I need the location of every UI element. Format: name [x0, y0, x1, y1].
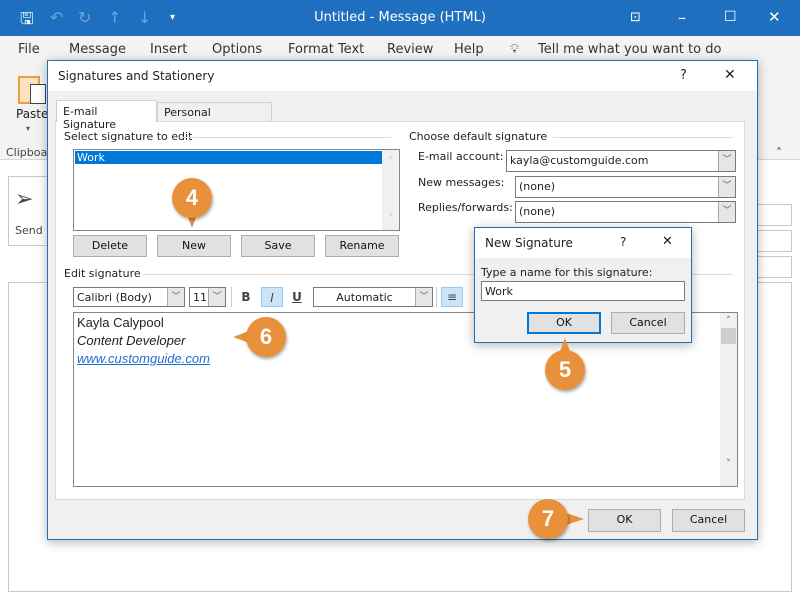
new-button[interactable]: New	[157, 235, 231, 257]
step-callout-4: 4	[172, 178, 212, 218]
new-messages-value: (none)	[519, 180, 556, 193]
ribbon-display-icon[interactable]: ⊡	[630, 10, 641, 25]
new-signature-dialog: New Signature ? ✕ Type a name for this s…	[474, 227, 692, 343]
chevron-down-icon[interactable]: ﹀	[208, 288, 225, 306]
signature-list[interactable]: Work ˄ ˅	[73, 149, 400, 231]
dialog-title-bar: Signatures and Stationery ? ✕	[48, 61, 757, 91]
font-value: Calibri (Body)	[77, 291, 152, 304]
new-signature-title: New Signature	[485, 236, 573, 250]
replies-forwards-value: (none)	[519, 205, 556, 218]
chevron-down-icon[interactable]: ﹀	[167, 288, 184, 306]
tab-options[interactable]: Options	[212, 42, 262, 57]
email-account-label: E-mail account:	[418, 150, 504, 163]
tab-review[interactable]: Review	[387, 42, 433, 57]
chevron-down-icon[interactable]: ﹀	[718, 177, 735, 197]
tab-insert[interactable]: Insert	[150, 42, 187, 57]
paste-button[interactable]: Paste	[16, 107, 48, 121]
maximize-icon[interactable]: ☐	[724, 9, 737, 25]
font-size-select[interactable]: 11 ﹀	[189, 287, 226, 307]
paste-dropdown-icon[interactable]: ▾	[26, 124, 30, 133]
align-left-icon[interactable]: ≡	[441, 287, 463, 307]
ok-button[interactable]: OK	[588, 509, 661, 532]
new-messages-select[interactable]: (none) ﹀	[515, 176, 736, 198]
chevron-down-icon[interactable]: ﹀	[415, 288, 432, 306]
signature-name: Kayla Calypool	[77, 315, 164, 330]
help-icon[interactable]: ?	[680, 68, 687, 83]
default-signature-label: Choose default signature	[409, 130, 548, 143]
close-window-icon[interactable]: ✕	[768, 8, 781, 26]
font-color-select[interactable]: Automatic ﹀	[313, 287, 433, 307]
dialog-title: Signatures and Stationery	[58, 69, 215, 83]
font-size-value: 11	[193, 291, 207, 304]
new-messages-label: New messages:	[418, 176, 505, 189]
lightbulb-icon: 💡︎	[510, 42, 520, 57]
paste-icon-page	[30, 84, 46, 104]
collapse-ribbon-icon[interactable]: ˄	[776, 146, 782, 160]
email-account-value: kayla@customguide.com	[510, 154, 649, 167]
tab-format-text[interactable]: Format Text	[288, 42, 364, 57]
signature-name-prompt: Type a name for this signature:	[481, 266, 653, 279]
step-callout-5: 5	[545, 350, 585, 390]
select-signature-label: Select signature to edit	[64, 130, 193, 143]
new-signature-ok-button[interactable]: OK	[527, 312, 601, 334]
signature-role: Content Developer	[77, 333, 186, 348]
help-icon[interactable]: ?	[620, 235, 626, 249]
step-callout-7: 7	[528, 499, 568, 539]
tab-email-signature[interactable]: E-mail Signature	[56, 100, 157, 131]
underline-button[interactable]: U	[287, 287, 307, 307]
rename-button[interactable]: Rename	[325, 235, 399, 257]
clipboard-group-label: Clipboa	[6, 146, 48, 159]
tab-personal-stationery[interactable]: Personal Stationery	[157, 102, 272, 132]
replies-forwards-select[interactable]: (none) ﹀	[515, 201, 736, 223]
email-account-select[interactable]: kayla@customguide.com ﹀	[506, 150, 736, 172]
editor-scrollbar[interactable]: ˄ ˅	[720, 313, 737, 486]
new-signature-title-bar: New Signature ? ✕	[475, 228, 691, 258]
cancel-button[interactable]: Cancel	[672, 509, 745, 532]
chevron-down-icon[interactable]: ﹀	[718, 202, 735, 222]
bold-button[interactable]: B	[236, 287, 256, 307]
new-signature-cancel-button[interactable]: Cancel	[611, 312, 685, 334]
list-item[interactable]: Work	[75, 151, 382, 164]
delete-button[interactable]: Delete	[73, 235, 147, 257]
signature-link[interactable]: www.customguide.com	[77, 351, 210, 366]
send-button[interactable]: ➢ Send	[8, 176, 48, 246]
send-label: Send	[15, 224, 43, 237]
italic-button[interactable]: I	[261, 287, 283, 307]
tab-message[interactable]: Message	[69, 42, 126, 57]
edit-signature-label: Edit signature	[64, 267, 141, 280]
step-callout-6: 6	[246, 317, 286, 357]
send-icon: ➢	[15, 187, 34, 212]
callout-pointer	[566, 513, 584, 525]
chevron-down-icon[interactable]: ﹀	[718, 151, 735, 171]
tab-help[interactable]: Help	[454, 42, 484, 57]
font-select[interactable]: Calibri (Body) ﹀	[73, 287, 185, 307]
font-color-value: Automatic	[336, 291, 393, 304]
save-button[interactable]: Save	[241, 235, 315, 257]
tab-file[interactable]: File	[18, 42, 40, 57]
minimize-icon[interactable]: –	[678, 8, 686, 27]
close-icon[interactable]: ✕	[662, 234, 673, 249]
close-icon[interactable]: ✕	[724, 67, 736, 83]
title-bar: 🖫 ↶ ↻ ↑ ↓ ▾ Untitled - Message (HTML) ⊡ …	[0, 0, 800, 36]
list-scrollbar[interactable]: ˄ ˅	[382, 150, 399, 230]
signature-name-input[interactable]: Work	[481, 281, 685, 301]
replies-forwards-label: Replies/forwards:	[418, 201, 513, 214]
tell-me-search[interactable]: Tell me what you want to do	[538, 42, 721, 57]
